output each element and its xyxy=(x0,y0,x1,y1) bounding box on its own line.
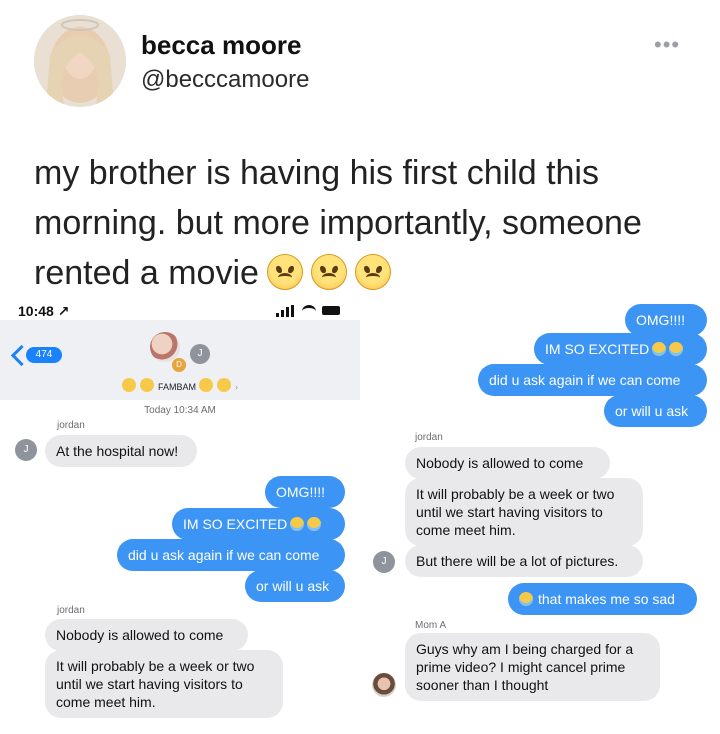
profile-avatar[interactable] xyxy=(34,15,126,107)
sender-avatar[interactable]: J xyxy=(373,551,395,573)
message-text: IM SO EXCITED xyxy=(545,341,650,357)
incoming-message[interactable]: At the hospital now! xyxy=(45,435,197,467)
status-icons xyxy=(276,305,346,317)
angry-face-icon xyxy=(354,254,391,290)
emoji-icon xyxy=(139,378,154,392)
incoming-message[interactable]: Nobody is allowed to come xyxy=(45,619,248,651)
chevron-right-icon: › xyxy=(235,382,238,392)
status-time: 10:48 ↗ xyxy=(18,303,70,319)
sender-name: jordan xyxy=(415,432,443,443)
incoming-message[interactable]: But there will be a lot of pictures. xyxy=(405,545,643,577)
group-avatar-initial[interactable]: J xyxy=(190,344,210,364)
incoming-message[interactable]: Nobody is allowed to come xyxy=(405,447,610,479)
battery-icon xyxy=(322,306,340,315)
crying-face-icon xyxy=(519,592,533,606)
crying-face-icon xyxy=(290,517,305,531)
group-avatar-initial[interactable]: D xyxy=(172,358,186,372)
outgoing-message[interactable]: did u ask again if we can come xyxy=(117,539,345,571)
message-text: IM SO EXCITED xyxy=(183,516,288,532)
outgoing-message[interactable]: IM SO EXCITED xyxy=(172,508,345,540)
message-text: that makes me so sad xyxy=(538,591,675,607)
incoming-message[interactable]: Guys why am I being charged for a prime … xyxy=(405,633,660,701)
outgoing-message[interactable]: or will u ask xyxy=(245,570,345,602)
user-handle[interactable]: @becccamoore xyxy=(141,66,309,94)
emoji-icon xyxy=(121,378,136,392)
sender-avatar[interactable] xyxy=(372,673,396,697)
wifi-icon xyxy=(302,305,316,318)
angry-face-icon xyxy=(266,254,303,290)
sender-avatar[interactable]: J xyxy=(15,439,37,461)
sender-name: Mom A xyxy=(415,620,447,631)
left-screenshot: 10:48 ↗ 474 J D FAMBAM › Today 10:34 AM j… xyxy=(0,300,360,734)
emoji-icon xyxy=(217,378,231,392)
angry-face-icon xyxy=(310,254,347,290)
sender-name: jordan xyxy=(57,420,85,431)
more-dots-icon[interactable]: ••• xyxy=(654,34,694,56)
signal-icon xyxy=(276,313,279,317)
incoming-message[interactable]: It will probably be a week or two until … xyxy=(405,478,643,546)
message-timestamp: Today 10:34 AM xyxy=(144,405,216,416)
crying-face-icon xyxy=(307,517,322,531)
profile-photo xyxy=(34,15,126,107)
sender-name: jordan xyxy=(57,605,85,616)
outgoing-message[interactable]: OMG!!!! xyxy=(265,476,345,508)
outgoing-message[interactable]: that makes me so sad xyxy=(508,583,697,615)
right-screenshot: OMG!!!! IM SO EXCITED did u ask again if… xyxy=(362,300,720,734)
chat-header: 474 J D FAMBAM › xyxy=(0,320,360,400)
group-name-label: FAMBAM xyxy=(157,382,196,392)
back-unread-badge[interactable]: 474 xyxy=(26,347,62,363)
group-name[interactable]: FAMBAM › xyxy=(0,378,360,392)
display-name[interactable]: becca moore xyxy=(141,30,301,61)
crying-face-icon xyxy=(652,342,667,356)
outgoing-message[interactable]: IM SO EXCITED xyxy=(534,333,707,365)
outgoing-message[interactable]: or will u ask xyxy=(604,395,707,427)
status-bar: 10:48 ↗ xyxy=(0,300,360,320)
emoji-icon xyxy=(199,378,213,392)
outgoing-message[interactable]: OMG!!!! xyxy=(625,304,707,336)
crying-face-icon xyxy=(669,342,684,356)
outgoing-message[interactable]: did u ask again if we can come xyxy=(478,364,707,396)
incoming-message[interactable]: It will probably be a week or two until … xyxy=(45,650,283,718)
tweet-text: my brother is having his first child thi… xyxy=(34,148,704,298)
